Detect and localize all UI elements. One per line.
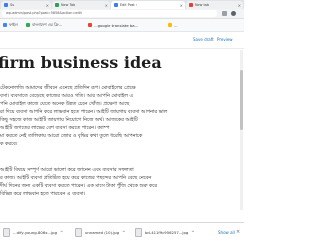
download-item[interactable]: ...dify-young-806x...jpg ^ — [3, 226, 63, 239]
browser-tab[interactable]: New Tab × — [52, 1, 110, 9]
bookmark-icon — [88, 23, 92, 27]
close-icon[interactable]: × — [236, 229, 240, 235]
paragraph-line: কিছু সহজে কাজ আইটি জায়গায় নিয়োগে নিজে… — [0, 117, 138, 123]
browser-tab[interactable]: New tab × — [186, 1, 243, 9]
bookmark-item[interactable]: বাংলাদেশ এর ফ্রি... — [26, 21, 62, 29]
bookmark-label: ফাইল — [9, 21, 18, 27]
save-draft-button[interactable]: Save draft — [193, 37, 214, 42]
post-paragraph[interactable]: আইটি বিষয়ে সম্পূর্ণ আরো ভালো করে জানেন … — [0, 166, 238, 198]
bookmark-icon — [3, 23, 7, 27]
paragraph-line: রা দিয়ে ব্যবসা আপনি করে লাভবান হতে পারে… — [0, 109, 168, 115]
tab-favicon-icon — [114, 3, 118, 7]
bookmark-label: ...google translate ba... — [94, 22, 139, 28]
download-filename: unnamed (10).jpg — [85, 230, 120, 235]
tab-title: New tab — [195, 3, 210, 7]
tab-title: New Tab — [61, 3, 76, 7]
browser-tab[interactable]: Su × — [1, 1, 51, 9]
tab-close-icon[interactable]: × — [46, 3, 49, 8]
download-item[interactable]: bd-411f9c956257...jpg ^ — [135, 226, 195, 239]
bookmark-item[interactable]: ফাইল — [3, 21, 18, 29]
scrollbar[interactable] — [240, 50, 243, 210]
paragraph-line: টেকনোলজি আমাদের জীবনে এনেছে প্রতিদিন রূপ… — [0, 85, 136, 91]
star-icon[interactable] — [222, 11, 227, 16]
tab-favicon-icon — [189, 3, 193, 7]
editor-toolbar: Save draft Preview — [0, 32, 244, 49]
chevron-up-icon[interactable]: ^ — [60, 230, 63, 235]
tab-title: Edit Post ‹ — [120, 3, 138, 7]
paragraph-line: বিভিন্ন করে লাভবান হতে পারবেন এ ব্যবসা। — [0, 191, 86, 197]
bookmark-label: বাংলাদেশ এর ফ্রি... — [32, 21, 63, 27]
download-item[interactable]: unnamed (10).jpg ^ — [75, 226, 125, 239]
paragraph-line: ক করবে। — [0, 141, 18, 147]
url-field[interactable]: wp-admin/post.php?post=5858&action=edit — [2, 10, 217, 17]
tab-favicon-icon — [55, 3, 59, 7]
browser-tab-strip: Su × New Tab × Edit Post ‹ × New tab × — [0, 0, 244, 9]
bookmark-icon — [26, 23, 30, 27]
post-paragraph[interactable]: টেকনোলজি আমাদের জীবনে এনেছে প্রতিদিন রূপ… — [0, 84, 238, 148]
file-icon — [135, 228, 142, 237]
download-filename: bd-411f9c956257...jpg — [145, 230, 189, 235]
file-icon — [3, 228, 10, 237]
address-bar: wp-admin/post.php?post=5858&action=edit — [0, 9, 244, 19]
bookmark-icon — [168, 23, 172, 27]
tab-close-icon[interactable]: × — [180, 3, 183, 8]
tab-favicon-icon — [4, 3, 8, 7]
chevron-up-icon[interactable]: ^ — [191, 230, 194, 235]
paragraph-line: মা করতে নেই তালিকায় আরো জোর ও বৃদ্ধির ক… — [0, 133, 143, 139]
chevron-up-icon[interactable]: ^ — [122, 230, 125, 235]
bookmarks-bar: ফাইল বাংলাদেশ এর ফ্রি... ...google trans… — [0, 19, 244, 32]
tab-close-icon[interactable]: × — [105, 3, 108, 8]
downloads-bar: ...dify-young-806x...jpg ^ unnamed (10).… — [0, 222, 244, 245]
scrollbar-thumb[interactable] — [240, 70, 243, 130]
paragraph-line: র কাজ। আইটি ব্যবসা প্রতিষ্ঠিত হয়ে করে ক… — [0, 175, 152, 181]
profile-icon[interactable] — [231, 11, 236, 16]
bookmark-item[interactable]: ...google translate ba... — [88, 21, 138, 29]
show-all-downloads-link[interactable]: Show all — [218, 230, 235, 235]
bookmark-item[interactable]: ... — [168, 21, 178, 29]
file-icon — [75, 228, 82, 237]
tab-title: Su — [10, 3, 15, 7]
browser-tab-active[interactable]: Edit Post ‹ × — [111, 1, 185, 9]
paragraph-line: বসা। ব্যবসাতে বেড়েছে কাজের আরও গতি। আর … — [0, 93, 134, 99]
paragraph-line: আইটি বিষয়ে সম্পূর্ণ আরো ভালো করে জানেন … — [0, 167, 134, 173]
post-title[interactable]: firm business idea — [0, 53, 162, 72]
tab-close-icon[interactable]: × — [238, 3, 241, 8]
download-filename: ...dify-young-806x...jpg — [13, 230, 57, 235]
preview-button[interactable]: Preview — [217, 37, 233, 42]
paragraph-line: দীর্ঘ দিনের জন্য একটি ব্যবসা করতে পারেন।… — [0, 183, 158, 189]
paragraph-line: পনি মোবাইল কাজে যেতে অনেক উন্নত চেনে খোঁ… — [0, 101, 130, 107]
paragraph-line: আইটি জগতের লাভের বেশ ব্যবসা করতে পারেন। … — [0, 125, 110, 131]
bookmark-label: ... — [174, 22, 178, 28]
